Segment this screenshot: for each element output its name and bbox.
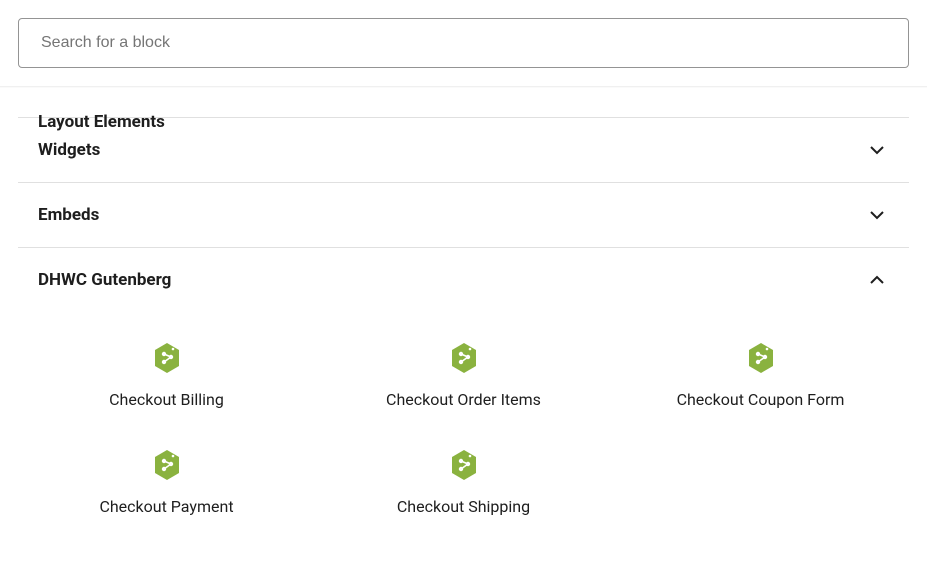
block-label: Checkout Billing: [109, 390, 224, 409]
block-checkout-order-items[interactable]: Checkout Order Items: [315, 336, 612, 415]
category-title: Embeds: [38, 205, 99, 225]
block-label: Checkout Shipping: [397, 497, 530, 516]
category-title: DHWC Gutenberg: [38, 270, 171, 290]
hexagon-nodes-icon: [450, 449, 478, 481]
block-checkout-coupon-form[interactable]: Checkout Coupon Form: [612, 336, 909, 415]
block-label: Checkout Payment: [99, 497, 233, 516]
chevron-down-icon: [865, 138, 889, 162]
hexagon-nodes-icon: [450, 342, 478, 374]
block-checkout-shipping[interactable]: Checkout Shipping: [315, 443, 612, 522]
block-label: Checkout Order Items: [386, 390, 541, 409]
block-checkout-payment[interactable]: Checkout Payment: [18, 443, 315, 522]
header-shadow: [0, 86, 927, 88]
chevron-down-icon: [865, 203, 889, 227]
hexagon-nodes-icon: [153, 449, 181, 481]
category-title: Widgets: [38, 140, 100, 160]
hexagon-nodes-icon: [153, 342, 181, 374]
chevron-up-icon: [865, 268, 889, 292]
block-label: Checkout Coupon Form: [677, 390, 845, 409]
category-embeds[interactable]: Embeds: [18, 183, 909, 247]
blocks-grid: Checkout Billing Checkout Order Items: [18, 312, 909, 546]
block-search-input[interactable]: [18, 18, 909, 68]
block-checkout-billing[interactable]: Checkout Billing: [18, 336, 315, 415]
hexagon-nodes-icon: [747, 342, 775, 374]
category-dhwc-gutenberg[interactable]: DHWC Gutenberg: [18, 248, 909, 312]
category-title-partial: Layout Elements: [38, 112, 165, 132]
